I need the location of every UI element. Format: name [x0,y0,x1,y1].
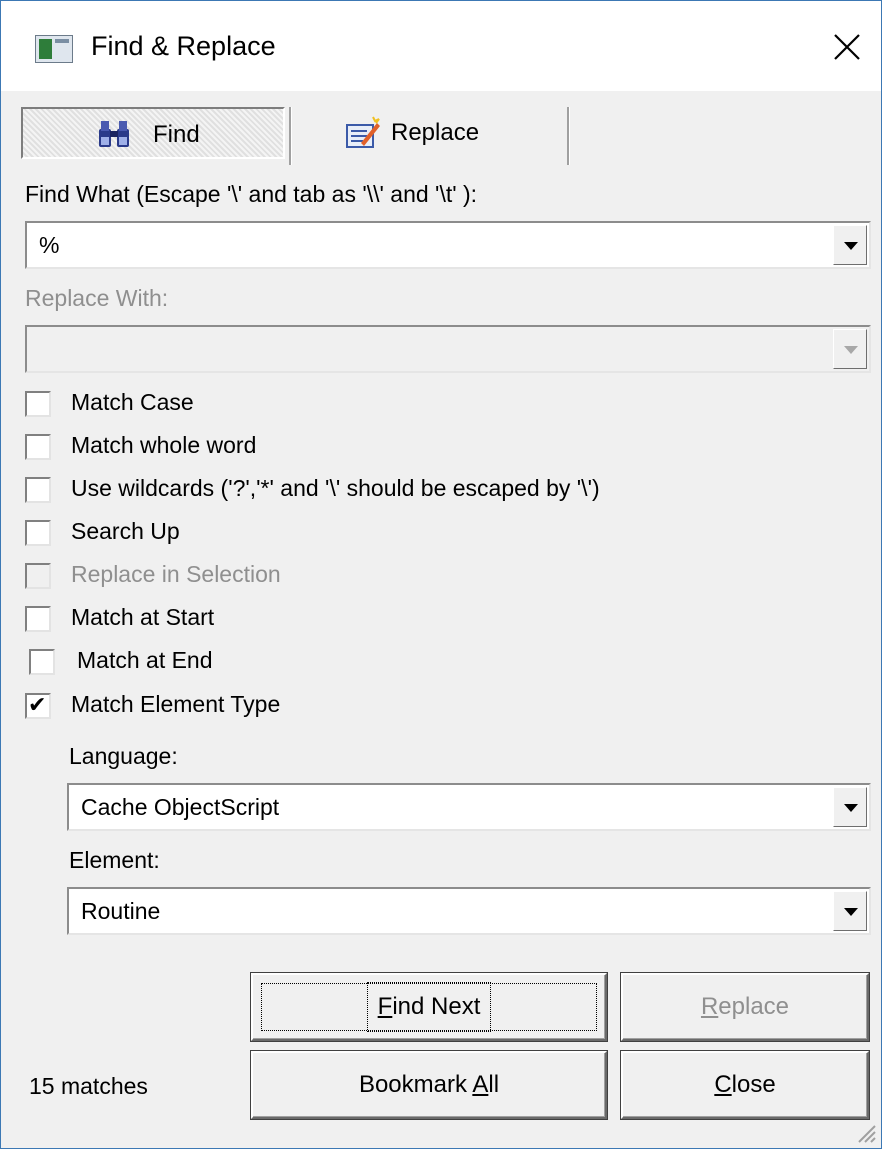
tab-find-label: Find [153,121,200,148]
replace-in-selection-checkbox [25,563,51,589]
find-what-combo[interactable]: % [25,221,871,269]
replace-button: Replace [621,973,869,1041]
use-wildcards-label: Use wildcards ('?','*' and '\' should be… [71,475,600,501]
find-what-dropdown-icon[interactable] [833,225,867,265]
find-next-label: Find Next [366,982,492,1032]
close-button[interactable]: Close [621,1051,869,1119]
element-value[interactable]: Routine [81,898,160,925]
match-at-start-checkbox[interactable] [25,606,51,632]
replace-edit-icon [346,116,380,148]
match-count-status: 15 matches [29,1073,148,1099]
replace-in-selection-label: Replace in Selection [71,561,281,587]
binoculars-icon [99,121,129,147]
window-title: Find & Replace [91,31,276,61]
match-element-type-checkbox[interactable]: ✔ [25,693,51,719]
language-label: Language: [69,743,178,769]
tab-find[interactable]: Find [21,107,285,159]
close-button-label: Close [714,1071,776,1098]
language-value[interactable]: Cache ObjectScript [81,794,279,821]
element-combo[interactable]: Routine [67,887,871,935]
replace-with-combo [25,325,871,373]
element-label: Element: [69,847,160,873]
language-dropdown-icon[interactable] [833,787,867,827]
title-bar[interactable]: Find & Replace [1,1,881,91]
match-whole-word-label: Match whole word [71,432,257,458]
language-combo[interactable]: Cache ObjectScript [67,783,871,831]
checkmark-icon: ✔ [28,692,47,717]
replace-button-label: Replace [700,993,790,1020]
tab-replace-label: Replace [391,119,480,146]
find-what-value[interactable]: % [39,232,59,259]
bookmark-all-label: Bookmark All [358,1071,500,1098]
replace-with-dropdown-icon [833,329,867,369]
element-dropdown-icon[interactable] [833,891,867,931]
dialog-app-icon [35,35,73,63]
search-up-checkbox[interactable] [25,520,51,546]
match-element-type-label: Match Element Type [71,691,281,717]
bookmark-all-button[interactable]: Bookmark All [251,1051,607,1119]
replace-with-label: Replace With: [25,285,169,311]
find-what-label: Find What (Escape '\' and tab as '\\' an… [25,181,478,207]
match-at-end-label: Match at End [77,647,213,673]
tab-replace[interactable]: Replace [307,107,569,159]
find-next-button[interactable]: Find Next [251,973,607,1041]
tab-strip: Find Replace [19,105,879,165]
resize-grip-icon[interactable] [851,1118,877,1144]
search-up-label: Search Up [71,518,180,544]
use-wildcards-checkbox[interactable] [25,477,51,503]
close-icon[interactable] [821,21,873,73]
match-whole-word-checkbox[interactable] [25,434,51,460]
match-case-checkbox[interactable] [25,391,51,417]
match-at-end-checkbox[interactable] [29,649,55,675]
match-at-start-label: Match at Start [71,604,215,630]
find-replace-dialog: Find & Replace Find Replace Find What (E… [0,0,882,1149]
match-case-label: Match Case [71,389,194,415]
